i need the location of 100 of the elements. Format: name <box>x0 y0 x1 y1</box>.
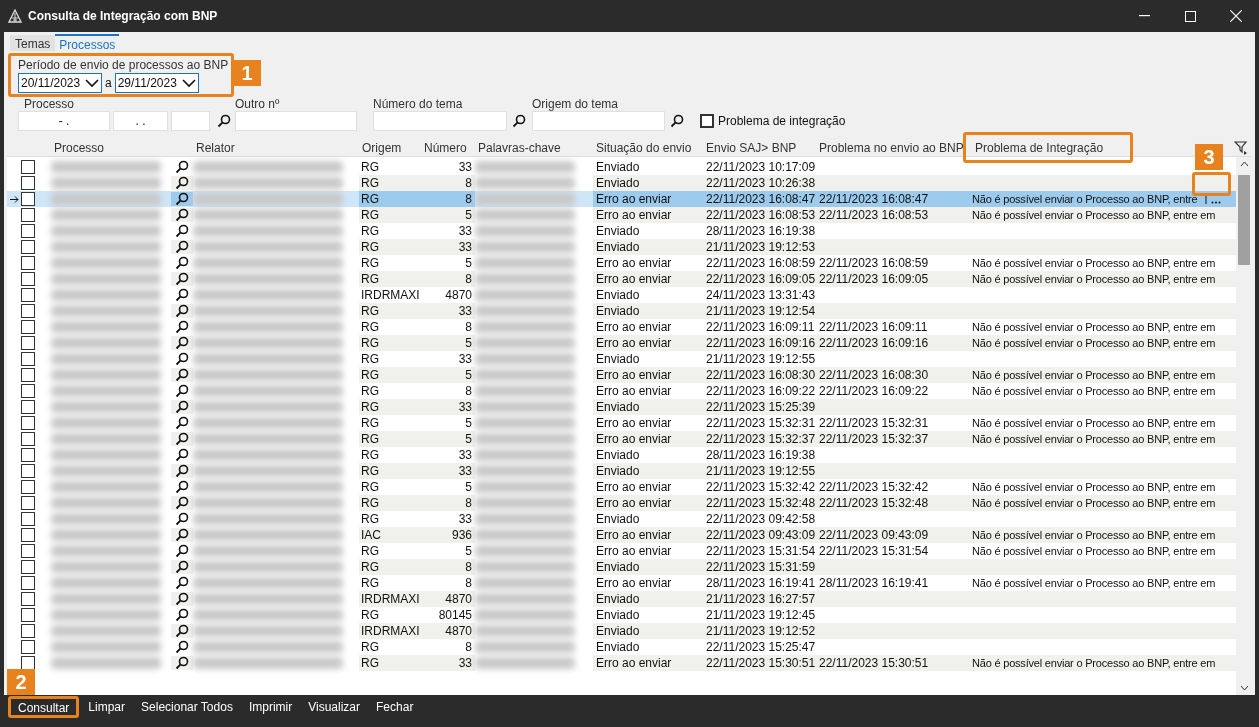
search-icon[interactable] <box>175 656 189 670</box>
row-checkbox[interactable] <box>21 384 35 398</box>
input-field[interactable] <box>373 111 507 131</box>
tab[interactable]: Temas <box>10 35 56 51</box>
scroll-down-icon[interactable] <box>1239 685 1249 691</box>
search-icon[interactable] <box>175 368 189 382</box>
row-checkbox[interactable] <box>21 448 35 462</box>
date-picker[interactable]: 20/11/2023 <box>18 73 102 93</box>
row-checkbox[interactable] <box>21 656 35 670</box>
input-field[interactable]: - . <box>18 111 110 131</box>
search-icon[interactable] <box>175 624 189 638</box>
row-checkbox[interactable] <box>21 208 35 222</box>
search-icon[interactable] <box>175 288 189 302</box>
row-checkbox[interactable] <box>21 256 35 270</box>
toolbar-button[interactable]: Fechar <box>369 696 421 718</box>
input-field[interactable]: . . <box>113 111 168 131</box>
row-checkbox[interactable] <box>21 560 35 574</box>
search-icon[interactable] <box>175 384 189 398</box>
row-checkbox[interactable] <box>21 512 35 526</box>
toolbar-button[interactable]: Visualizar <box>301 696 368 718</box>
row-checkbox[interactable] <box>21 240 35 254</box>
row-checkbox[interactable] <box>21 416 35 430</box>
search-icon[interactable] <box>175 192 189 206</box>
column-header[interactable]: Número <box>421 138 475 157</box>
search-icon[interactable] <box>175 240 189 254</box>
search-icon[interactable] <box>175 448 189 462</box>
search-icon[interactable] <box>175 304 189 318</box>
toolbar-button[interactable]: Limpar <box>81 696 133 718</box>
row-checkbox[interactable] <box>21 160 35 174</box>
search-icon[interactable] <box>175 160 189 174</box>
search-icon[interactable] <box>175 640 189 654</box>
row-checkbox[interactable] <box>21 336 35 350</box>
column-header[interactable]: Origem <box>359 138 421 157</box>
search-icon[interactable] <box>217 114 231 128</box>
row-checkbox[interactable] <box>21 192 35 206</box>
row-checkbox[interactable] <box>21 304 35 318</box>
row-checkbox[interactable] <box>21 480 35 494</box>
search-icon[interactable] <box>175 560 189 574</box>
column-header[interactable]: Processo <box>51 138 171 157</box>
search-icon[interactable] <box>175 208 189 222</box>
row-checkbox[interactable] <box>21 592 35 606</box>
column-header[interactable]: Problema de Integração <box>975 140 1104 155</box>
date-picker[interactable]: 29/11/2023 <box>114 73 199 93</box>
table-cell-text: Erro ao enviar <box>595 543 673 560</box>
scroll-thumb[interactable] <box>1238 175 1250 265</box>
search-icon[interactable] <box>175 608 189 622</box>
search-icon[interactable] <box>175 576 189 590</box>
search-icon[interactable] <box>175 528 189 542</box>
input-field[interactable] <box>235 111 357 131</box>
row-checkbox[interactable] <box>21 496 35 510</box>
column-header[interactable]: Envio SAJ> BNP <box>703 138 816 157</box>
row-checkbox[interactable] <box>21 624 35 638</box>
row-checkbox[interactable] <box>21 432 35 446</box>
search-icon[interactable] <box>175 352 189 366</box>
row-checkbox[interactable] <box>21 352 35 366</box>
row-checkbox[interactable] <box>21 368 35 382</box>
toolbar-button[interactable]: Selecionar Todos <box>134 696 240 718</box>
search-icon[interactable] <box>175 176 189 190</box>
search-icon[interactable] <box>175 496 189 510</box>
search-icon[interactable] <box>175 272 189 286</box>
search-icon[interactable] <box>512 114 526 128</box>
row-checkbox[interactable] <box>21 400 35 414</box>
search-icon[interactable] <box>175 432 189 446</box>
filter-icon[interactable] <box>1234 140 1248 155</box>
column-header[interactable]: Relator <box>193 138 359 157</box>
row-checkbox[interactable] <box>21 288 35 302</box>
search-icon[interactable] <box>175 336 189 350</box>
row-checkbox[interactable] <box>21 640 35 654</box>
search-icon[interactable] <box>175 400 189 414</box>
search-icon[interactable] <box>175 224 189 238</box>
row-checkbox[interactable] <box>21 176 35 190</box>
row-checkbox[interactable] <box>21 320 35 334</box>
tab[interactable]: Processos <box>55 34 120 51</box>
search-icon[interactable] <box>175 512 189 526</box>
row-checkbox[interactable] <box>21 528 35 542</box>
row-checkbox[interactable] <box>21 272 35 286</box>
search-icon[interactable] <box>670 114 684 128</box>
search-icon[interactable] <box>175 480 189 494</box>
search-icon[interactable] <box>175 544 189 558</box>
column-header[interactable]: Problema no envio ao BNP <box>816 138 969 157</box>
scrollbar[interactable] <box>1236 157 1252 695</box>
row-checkbox[interactable] <box>21 544 35 558</box>
search-icon[interactable] <box>175 592 189 606</box>
row-checkbox[interactable] <box>21 608 35 622</box>
row-checkbox[interactable] <box>21 576 35 590</box>
row-checkbox[interactable] <box>21 464 35 478</box>
search-icon[interactable] <box>175 416 189 430</box>
input-field[interactable] <box>532 111 665 131</box>
search-icon[interactable] <box>175 464 189 478</box>
row-checkbox[interactable] <box>21 224 35 238</box>
input-field[interactable] <box>171 111 210 131</box>
toolbar-button[interactable]: Consultar <box>8 696 80 718</box>
column-header[interactable]: Situação do envio <box>593 138 703 157</box>
column-header[interactable]: Palavras-chave <box>475 138 593 157</box>
table-row[interactable]: RG 8 Erro ao enviar 22/11/2023 16:08:47 22/11/2023 16:08:47 Não é possível enviar o Processo ao BNP, entre <box>7 191 1236 207</box>
toolbar-button[interactable]: Imprimir <box>241 696 300 718</box>
search-icon[interactable] <box>175 320 189 334</box>
search-icon[interactable] <box>175 256 189 270</box>
checkbox[interactable] <box>700 114 714 128</box>
scroll-up-icon[interactable] <box>1239 161 1249 167</box>
